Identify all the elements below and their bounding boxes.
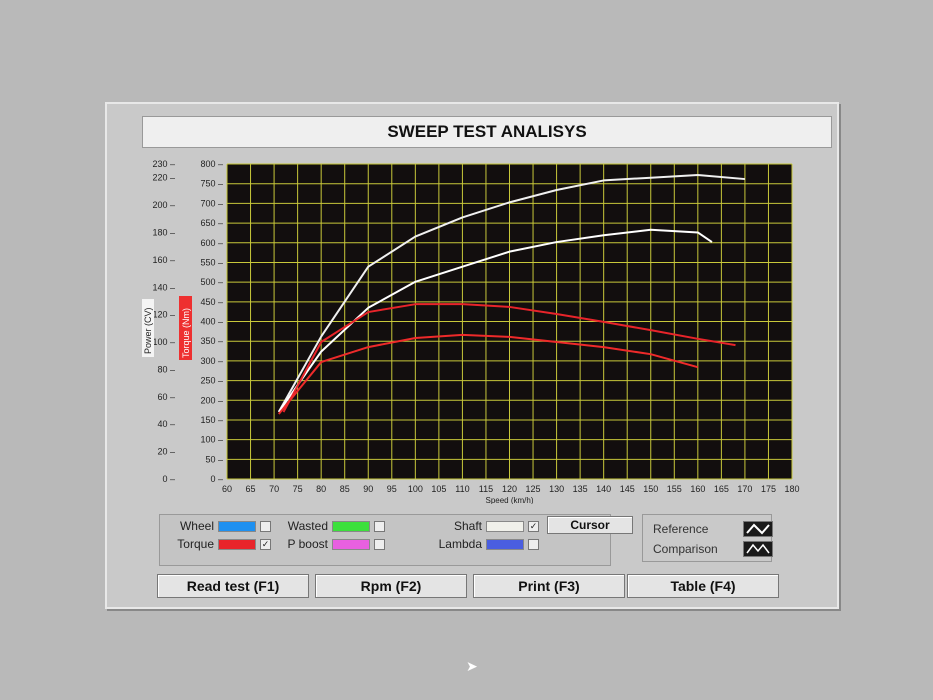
color-swatch[interactable] [218,520,256,532]
x-tick-label: 160 [690,484,705,494]
x-tick-label: 170 [737,484,752,494]
sweep-test-panel: SWEEP TEST ANALISYS 60 65 70 75 80 85 90 95 100 1… [105,102,839,609]
torque-tick-label: 450 – [200,297,223,307]
legend-label: Lambda [438,537,482,551]
x-tick-label: 175 [761,484,776,494]
reference-comparison-box: Reference Comparison [642,514,773,562]
legend-checkbox[interactable] [374,538,385,550]
torque-tick-label: 400 – [200,317,223,327]
legend-item-torque: Torque ✓ [170,537,271,551]
x-tick-label: 125 [526,484,541,494]
power-tick-label: 160 – [152,255,175,265]
x-tick-label: 180 [784,484,799,494]
comparison-curve-icon[interactable] [743,541,773,557]
read-test-button[interactable]: Read test (F1) [157,574,309,598]
print-button[interactable]: Print (F3) [473,574,625,598]
reference-curve-icon[interactable] [743,521,773,537]
legend-item-p-boost: P boost [280,537,385,551]
x-tick-label: 95 [387,484,397,494]
legend-label: Wheel [179,519,214,533]
torque-tick-label: 200 – [200,395,223,405]
power-tick-label: 0 – [162,474,175,484]
x-tick-label: 130 [549,484,564,494]
x-tick-label: 85 [340,484,350,494]
dyno-chart: 60 65 70 75 80 85 90 95 100 105 110 115 120 125 130 135… [142,159,800,504]
x-tick-label: 135 [573,484,588,494]
power-tick-label: 180 – [152,227,175,237]
torque-tick-label: 800 – [200,159,223,169]
color-swatch[interactable] [486,520,524,532]
power-tick-label: 230 – [152,159,175,169]
torque-tick-label: 750 – [200,179,223,189]
legend-checkbox[interactable]: ✓ [528,520,539,532]
power-tick-label: 100 – [152,337,175,347]
torque-tick-label: 150 – [200,415,223,425]
torque-tick-label: 0 – [210,474,223,484]
power-tick-label: 120 – [152,310,175,320]
legend-checkbox[interactable] [528,538,539,550]
legend-item-wasted: Wasted [280,519,385,533]
x-tick-label: 155 [667,484,682,494]
legend-checkbox[interactable]: ✓ [260,538,271,550]
torque-tick-label: 500 – [200,277,223,287]
legend-item-shaft: Shaft ✓ [422,519,539,533]
color-swatch[interactable] [332,520,370,532]
legend-item-lambda: Lambda [422,537,539,551]
legend-checkbox[interactable] [374,520,385,532]
x-tick-label: 70 [269,484,279,494]
torque-tick-label: 250 – [200,376,223,386]
color-swatch[interactable] [218,538,256,550]
table-button[interactable]: Table (F4) [627,574,779,598]
torque-tick-label: 300 – [200,356,223,366]
power-tick-label: 200 – [152,200,175,210]
rpm-button[interactable]: Rpm (F2) [315,574,467,598]
torque-tick-label: 700 – [200,198,223,208]
torque-axis-label: Torque (Nm) [181,308,191,358]
comparison-label: Comparison [653,542,718,556]
x-tick-label: 110 [455,484,469,494]
legend-label: P boost [287,537,328,551]
x-tick-label: 145 [620,484,635,494]
legend-label: Wasted [287,519,328,533]
legend-label: Shaft [453,519,482,533]
torque-tick-label: 100 – [200,435,223,445]
torque-tick-label: 50 – [205,454,223,464]
power-tick-label: 40 – [157,419,175,429]
legend-item-wheel: Wheel [170,519,271,533]
x-tick-label: 165 [714,484,729,494]
power-tick-label: 20 – [157,447,175,457]
reference-label: Reference [653,522,709,536]
x-axis-label: Speed (km/h) [485,496,533,504]
color-swatch[interactable] [332,538,370,550]
torque-tick-label: 550 – [200,257,223,267]
power-tick-label: 60 – [157,392,175,402]
torque-tick-label: 350 – [200,336,223,346]
x-tick-label: 115 [479,484,493,494]
x-tick-label: 105 [431,484,446,494]
legend-checkbox[interactable] [260,520,271,532]
mouse-pointer-icon: ➤ [466,658,478,674]
channel-legend: Wheel Torque ✓ Wasted P boost Shaft ✓ Lambda [159,514,611,566]
power-tick-label: 80 – [157,364,175,374]
cursor-button[interactable]: Cursor [547,516,633,534]
power-tick-label: 140 – [152,282,175,292]
x-tick-label: 120 [502,484,517,494]
x-tick-label: 60 [222,484,232,494]
x-tick-label: 100 [408,484,423,494]
x-tick-label: 75 [293,484,303,494]
power-axis-label: Power (CV) [143,307,153,354]
x-tick-label: 65 [246,484,256,494]
x-tick-label: 150 [643,484,658,494]
x-tick-label: 80 [316,484,326,494]
x-tick-label: 90 [363,484,373,494]
legend-label: Torque [177,537,214,551]
power-tick-label: 220 – [152,173,175,183]
x-tick-label: 140 [596,484,611,494]
torque-tick-label: 650 – [200,218,223,228]
color-swatch[interactable] [486,538,524,550]
torque-tick-label: 600 – [200,238,223,248]
